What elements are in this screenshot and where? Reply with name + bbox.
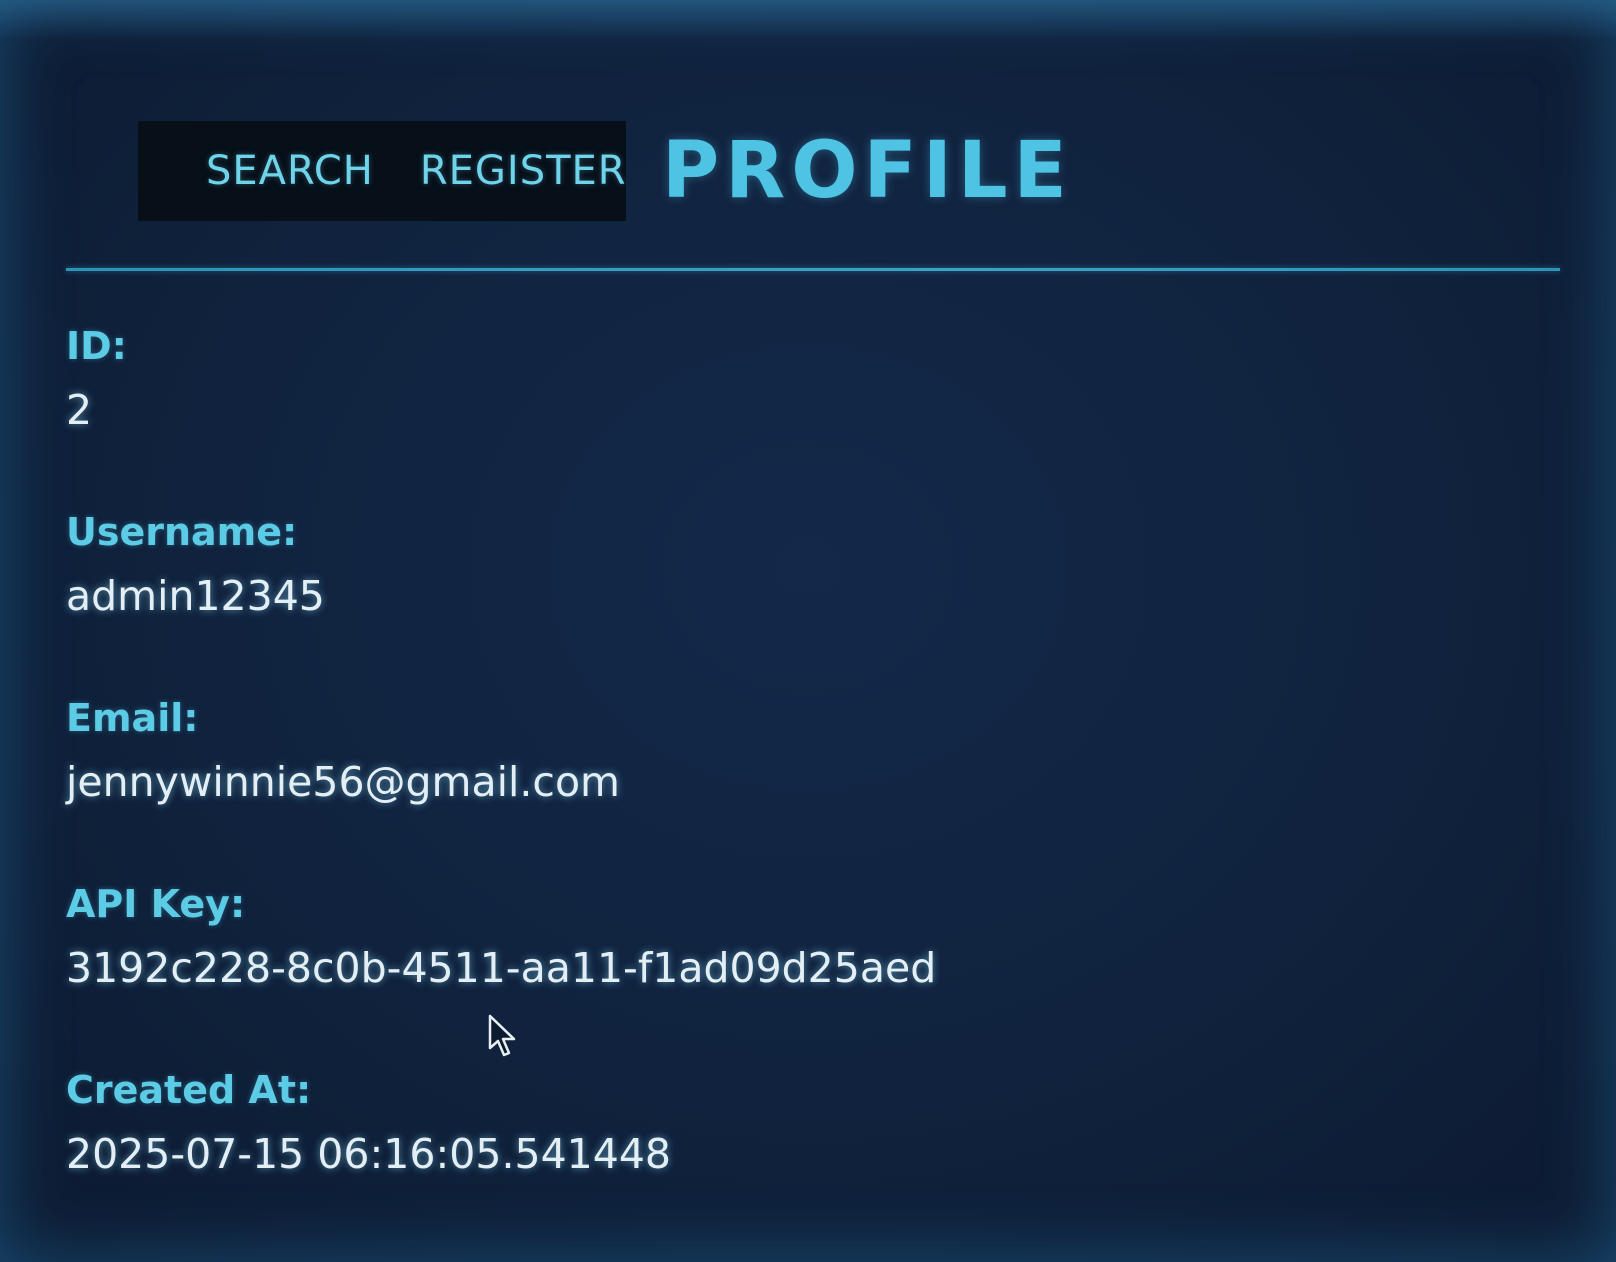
mouse-pointer-icon (488, 1014, 516, 1057)
nav-link-register[interactable]: REGISTER (420, 148, 627, 194)
field-value: 2025-07-15 06:16:05.541448 (66, 1130, 671, 1178)
page-title: PROFILE (662, 126, 1073, 216)
field-value: 3192c228-8c0b-4511-aa11-f1ad09d25aed (66, 944, 937, 992)
field-created-at: Created At: 2025-07-15 06:16:05.541448 (66, 1062, 936, 1248)
nav-bar: SEARCH REGISTER (138, 121, 626, 221)
field-id: ID: 2 (66, 318, 936, 504)
field-value: admin12345 (66, 572, 325, 620)
field-label: Email: (66, 696, 199, 740)
profile-details: ID: 2 Username: admin12345 Email: jennyw… (66, 318, 936, 1248)
top-glow (0, 0, 1616, 40)
nav-link-search[interactable]: SEARCH (206, 148, 374, 194)
field-label: API Key: (66, 882, 246, 926)
field-username: Username: admin12345 (66, 504, 936, 690)
header: SEARCH REGISTER PROFILE (138, 120, 1073, 222)
field-label: ID: (66, 324, 127, 368)
field-label: Username: (66, 510, 298, 554)
field-email: Email: jennywinnie56@gmail.com (66, 690, 936, 876)
header-divider (66, 268, 1560, 271)
field-value: 2 (66, 386, 93, 434)
field-label: Created At: (66, 1068, 312, 1112)
profile-page: SEARCH REGISTER PROFILE ID: 2 Username: … (0, 0, 1616, 1262)
field-value: jennywinnie56@gmail.com (66, 758, 621, 806)
